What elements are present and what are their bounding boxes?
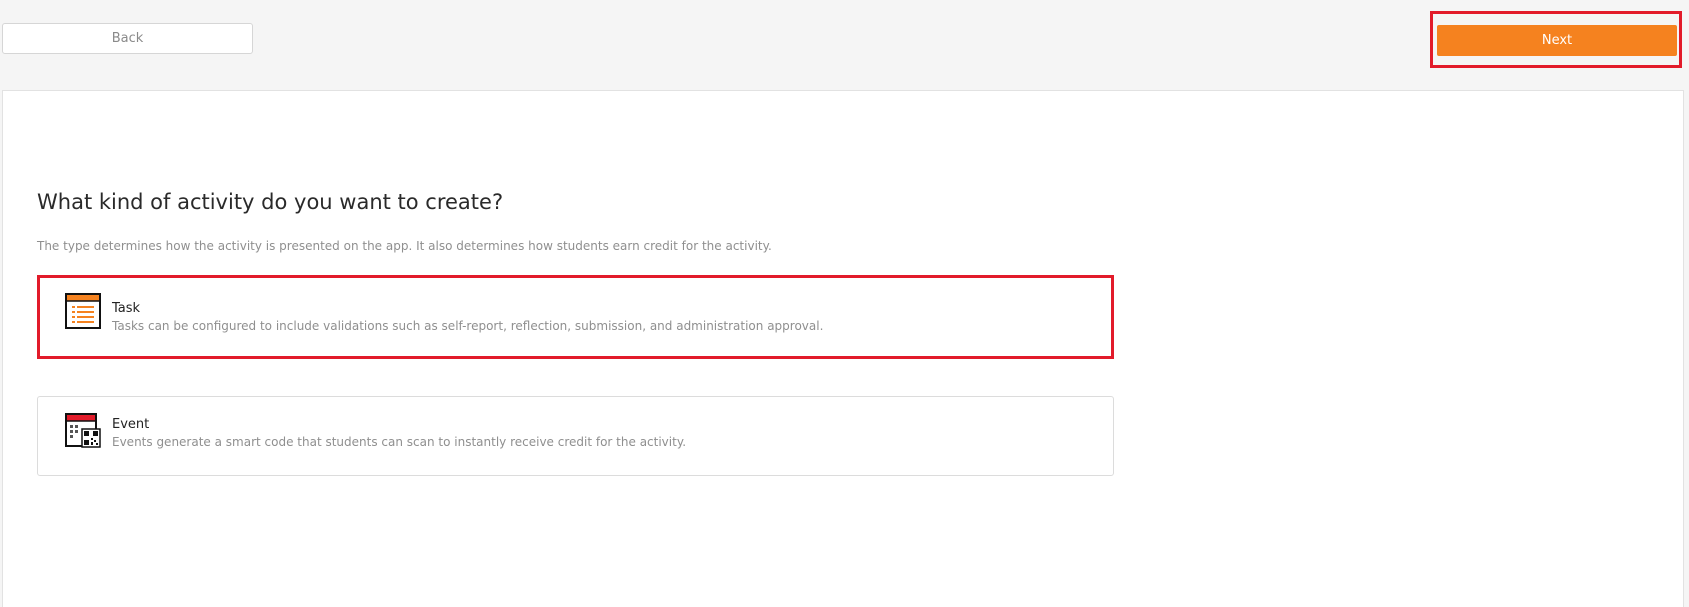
task-list-icon	[65, 293, 101, 329]
option-description: Events generate a smart code that studen…	[112, 435, 687, 449]
option-description: Tasks can be configured to include valid…	[112, 319, 824, 333]
option-title: Task	[112, 301, 141, 316]
next-button-highlight: Next	[1430, 11, 1682, 68]
top-navigation-bar: Back Next	[0, 0, 1689, 90]
back-button[interactable]: Back	[2, 23, 253, 54]
option-title: Event	[112, 417, 150, 432]
activity-option-task[interactable]: Task Tasks can be configured to include …	[37, 275, 1114, 359]
page-description: The type determines how the activity is …	[37, 239, 772, 253]
page-title: What kind of activity do you want to cre…	[37, 190, 504, 214]
next-button[interactable]: Next	[1437, 25, 1677, 56]
activity-type-panel: What kind of activity do you want to cre…	[2, 90, 1684, 607]
event-qr-icon	[65, 413, 101, 448]
activity-option-event[interactable]: Event Events generate a smart code that …	[37, 396, 1114, 476]
